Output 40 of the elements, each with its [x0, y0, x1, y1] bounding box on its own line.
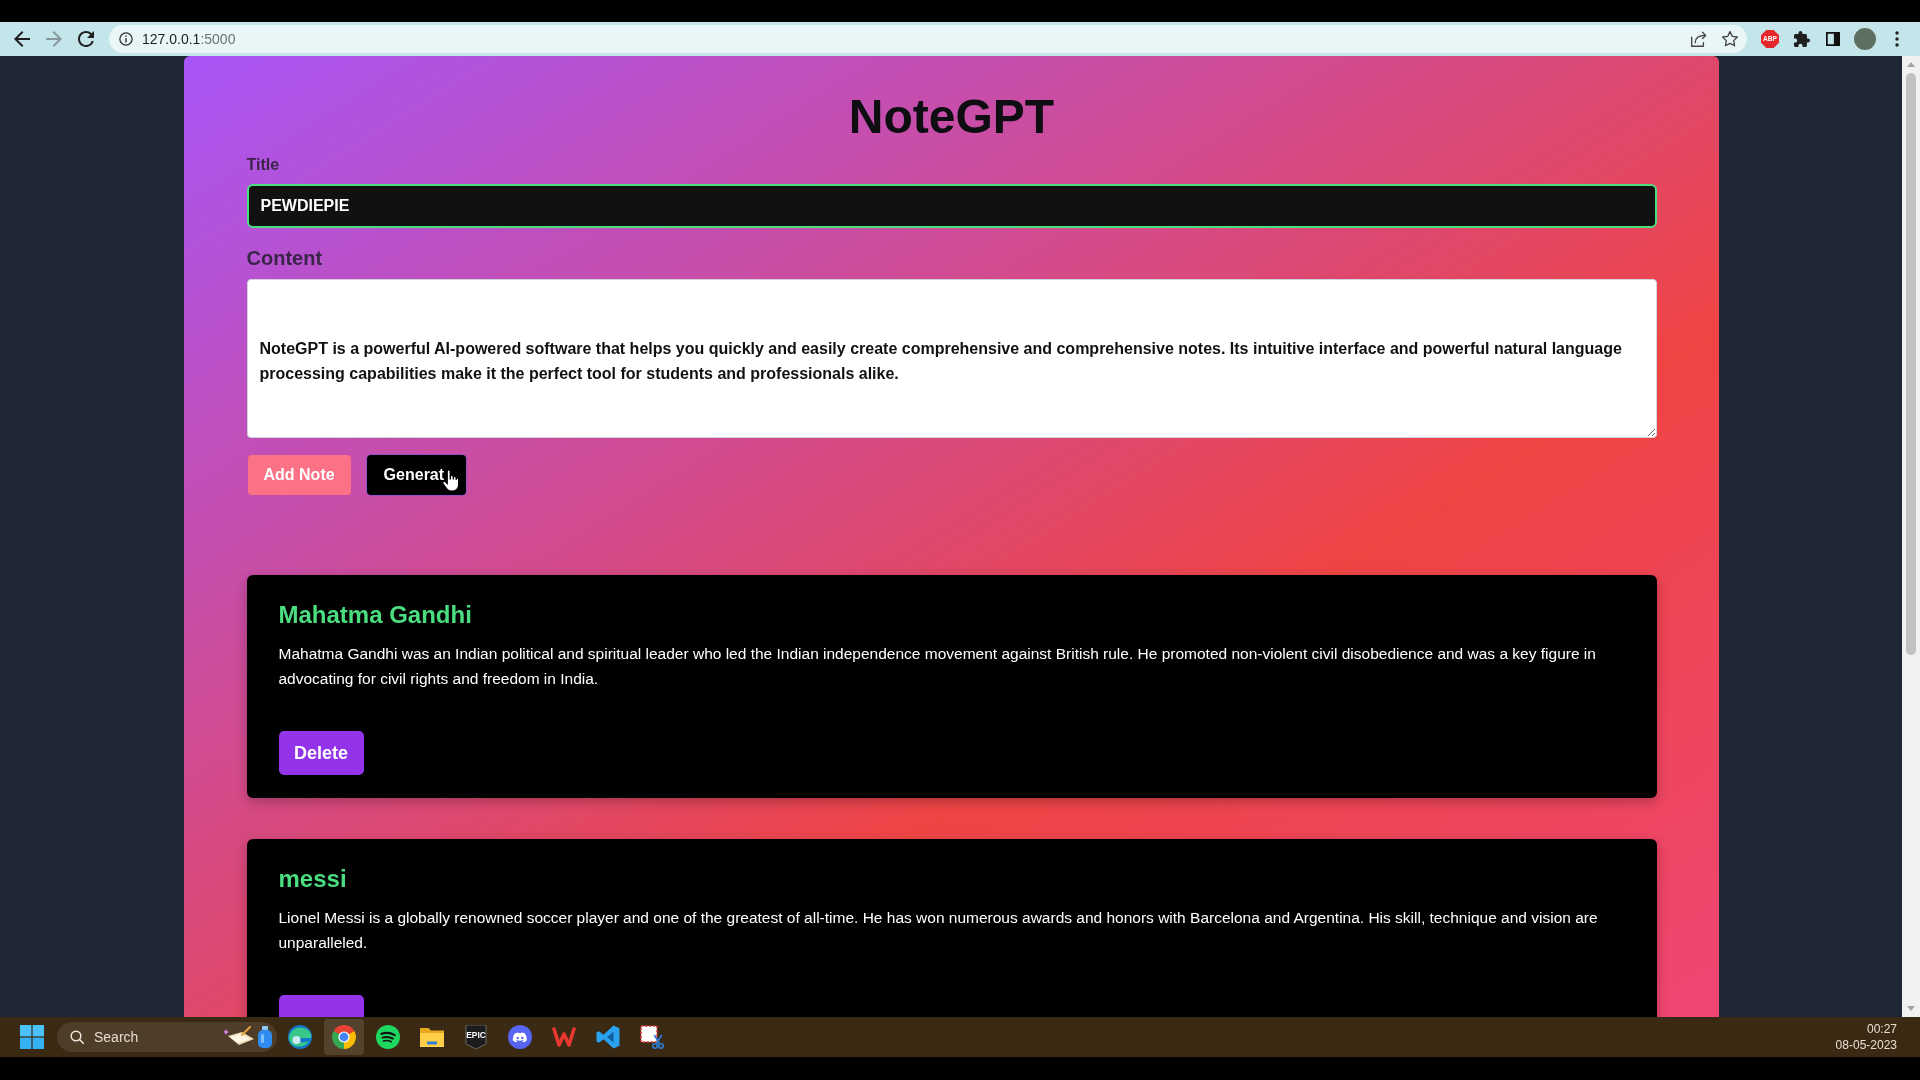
clock-date: 08-05-2023 — [1835, 1037, 1897, 1053]
bottle-icon — [258, 1026, 272, 1048]
scrollbar-track[interactable] — [1902, 56, 1920, 1017]
note-title: messi — [278, 864, 348, 894]
scrollbar-thumb[interactable] — [1906, 73, 1916, 655]
arcs-circle-icon[interactable] — [376, 1025, 400, 1049]
shield-logo-icon[interactable]: EPIC — [464, 1025, 488, 1049]
url-text: 127.0.0.1:5000 — [142, 31, 236, 47]
address-bar[interactable]: 127.0.0.1:5000 — [109, 25, 1747, 53]
puzzle-icon[interactable] — [1794, 31, 1810, 47]
sidebar-icon[interactable] — [1826, 32, 1840, 46]
share-icon[interactable] — [1689, 30, 1707, 48]
scissors-icon[interactable] — [640, 1025, 664, 1049]
ribbon-icon[interactable] — [596, 1025, 620, 1049]
generate-button[interactable]: Generat — [366, 455, 467, 495]
profile-avatar[interactable] — [1854, 28, 1876, 50]
content-textarea[interactable]: NoteGPT is a powerful AI-powered software that helps you quickly and easily create comprehensive and comprehensive notes. Its intuitive interface and powerful natural language processing capabilities make it the perfect tool for students and professionals alike. — [246, 279, 1657, 438]
bookmark-star-icon[interactable] — [1721, 30, 1739, 48]
field-label: Title — [246, 155, 281, 175]
search-field[interactable]: Search — [57, 1022, 277, 1052]
title-input[interactable]: PEWDIEPIE — [246, 184, 1657, 228]
field-label: Content — [246, 246, 324, 270]
delete-button[interactable]: Delete — [278, 731, 364, 775]
notebook-icon — [224, 1026, 254, 1048]
note-body: Lionel Messi is a globally renowned soccer player and one of the greatest of all-time. He has won numerous awards and honors with Barcelona and Argentina. His skill, technique and vision are unparalleled. — [278, 908, 1599, 953]
note-body: Mahatma Gandhi was an Indian political and spiritual leader who led the Indian independence movement against British rule. He promoted non-violent civil disobedience and was a key figure in advocating for civil rights and freedom in India. — [278, 644, 1597, 689]
kebab-menu-icon[interactable] — [1895, 31, 1899, 47]
zigzag-icon[interactable] — [552, 1025, 576, 1049]
back-arrow-icon[interactable] — [14, 31, 30, 47]
app-heading: NoteGPT — [847, 93, 1056, 141]
clock-time: 00:27 — [1866, 1021, 1897, 1037]
reload-icon[interactable] — [78, 31, 94, 47]
search-icon — [70, 1030, 84, 1044]
controller-icon[interactable] — [508, 1025, 532, 1049]
segmented-ring-icon[interactable] — [324, 1019, 364, 1055]
four-squares-icon[interactable] — [20, 1025, 44, 1049]
folder-icon[interactable] — [420, 1025, 444, 1049]
note-title: Mahatma Gandhi — [278, 600, 473, 630]
swirl-icon[interactable] — [288, 1025, 312, 1049]
info-icon[interactable] — [119, 32, 133, 46]
